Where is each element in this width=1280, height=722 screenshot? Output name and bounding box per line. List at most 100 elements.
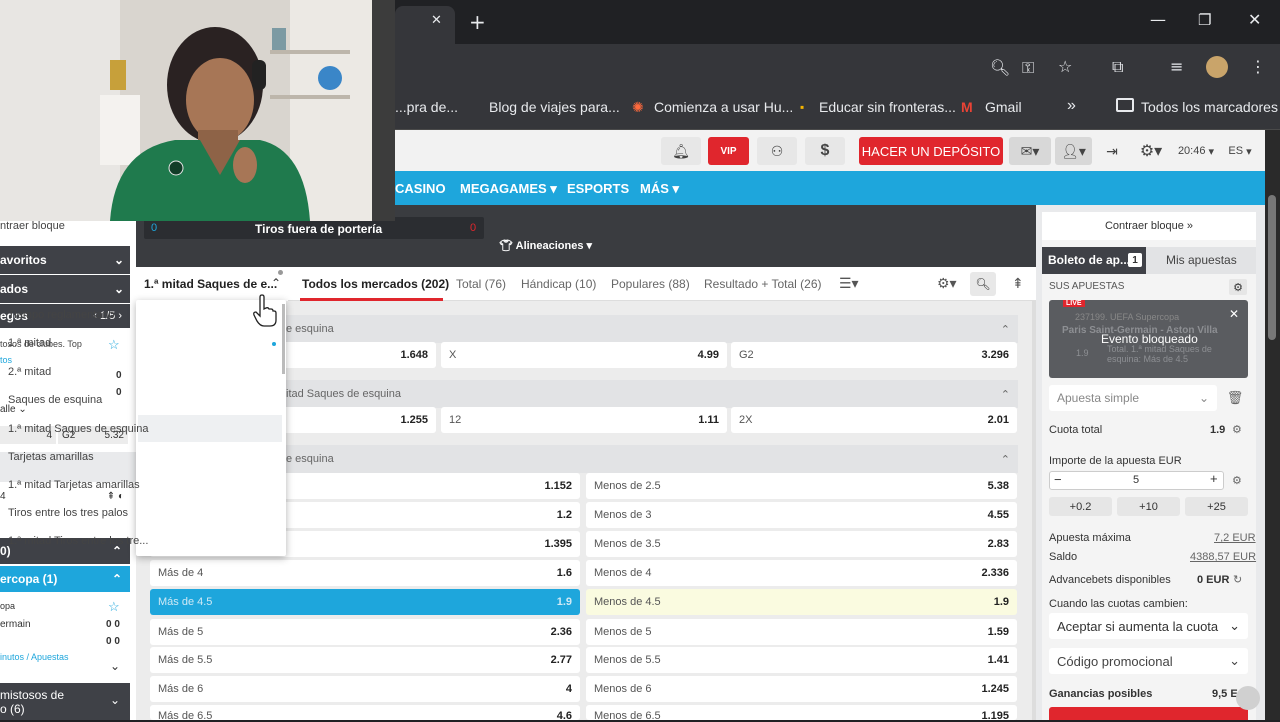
settings-icon[interactable]: ⚙ <box>1229 279 1247 295</box>
dropdown-option[interactable]: Tarjetas amarillas <box>8 451 94 463</box>
quick-amount-button[interactable]: +25 <box>1185 497 1248 516</box>
quick-amount-button[interactable]: +10 <box>1117 497 1180 516</box>
scrollbar-thumb[interactable] <box>1268 195 1276 340</box>
dropdown-option[interactable]: 1.ª mitad Saques de esquina <box>8 423 148 435</box>
dropdown-option[interactable]: Saques de esquina <box>8 394 102 406</box>
window-close-icon[interactable]: ✕ <box>1248 10 1261 29</box>
extensions-icon[interactable]: ⧉ <box>1112 57 1123 77</box>
nav-esports[interactable]: ESPORTS <box>567 181 629 196</box>
max-value[interactable]: 7,2 EUR <box>1214 532 1256 544</box>
bookmark-item[interactable]: Blog de viajes para... <box>489 99 620 115</box>
star-icon[interactable]: ☆ <box>1058 57 1072 76</box>
bookmark-item[interactable]: Gmail <box>985 99 1022 115</box>
time-display[interactable]: 20:46 ▾ <box>1174 137 1218 165</box>
place-bet-button[interactable] <box>1049 707 1248 720</box>
dropdown-option[interactable]: Tiempo reglamentario <box>8 309 115 321</box>
tab-resultado-total[interactable]: Resultado + Total (26) <box>704 277 822 291</box>
list-view-icon[interactable]: ☰▾ <box>839 275 859 292</box>
collapse-block-link[interactable]: ntraer bloque <box>0 220 65 232</box>
browser-tab[interactable] <box>395 6 455 44</box>
tab-total[interactable]: Total (76) <box>456 277 506 291</box>
close-icon[interactable]: ✕ <box>1229 307 1239 321</box>
scrollbar[interactable] <box>1032 301 1036 720</box>
collapse-all-icon[interactable]: ⇞ <box>1012 275 1024 292</box>
dropdown-option[interactable]: 1.ª mitad Tarjetas amarillas <box>8 479 140 491</box>
tab-close-icon[interactable]: ✕ <box>431 13 442 28</box>
bet-type-select[interactable]: Apuesta simple ⌄ <box>1049 385 1217 411</box>
nav-mas[interactable]: MÁS ▾ <box>640 181 679 197</box>
under-cell[interactable]: Menos de 3.5 2.83 <box>586 531 1017 557</box>
dropdown-option-active[interactable] <box>138 415 282 442</box>
under-cell[interactable]: Menos de 2.5 5.38 <box>586 473 1017 499</box>
dropdown-scrollbar[interactable] <box>282 304 285 374</box>
odd-cell[interactable]: 2X 2.01 <box>731 407 1017 433</box>
user-icon[interactable]: 👤︎▾ <box>1055 137 1092 165</box>
promo-code-select[interactable]: Código promocional ⌄ <box>1049 648 1248 674</box>
under-cell[interactable]: Menos de 4.5 1.9 <box>586 589 1017 615</box>
dropdown-option[interactable]: 2.ª mitad <box>8 366 51 378</box>
odd-cell[interactable]: 12 1.11 <box>441 407 727 433</box>
event-link[interactable]: tos <box>0 355 12 365</box>
under-cell[interactable]: Menos de 5 1.59 <box>586 619 1017 645</box>
deposit-button[interactable]: HACER UN DEPÓSITO <box>859 137 1003 165</box>
quick-amount-button[interactable]: +0.2 <box>1049 497 1112 516</box>
minimize-icon[interactable]: — <box>1150 10 1166 29</box>
more-bookmarks-icon[interactable]: » <box>1067 97 1076 115</box>
supercopa-header[interactable]: ercopa (1) ⌃ <box>0 566 130 592</box>
collapse-block-button[interactable]: Contraer bloque » <box>1042 212 1256 240</box>
nav-casino[interactable]: CASINO <box>395 181 446 196</box>
bookmark-item[interactable]: ...pra de... <box>395 99 458 115</box>
amount-input[interactable]: 5 <box>1133 474 1139 486</box>
mail-icon[interactable]: ✉▾ <box>1009 137 1051 165</box>
under-cell[interactable]: Menos de 6 1.245 <box>586 676 1017 702</box>
search-icon[interactable]: 🔍︎ <box>970 272 996 296</box>
dropdown-option[interactable]: 1.ª mitad <box>8 337 51 349</box>
under-cell[interactable]: Menos de 5.5 1.41 <box>586 647 1017 673</box>
odd-cell[interactable]: G2 3.296 <box>731 342 1017 368</box>
bookmark-item[interactable]: Comienza a usar Hu... <box>654 99 793 115</box>
bookmark-item[interactable]: Educar sin fronteras... <box>819 99 956 115</box>
settings-icon[interactable]: ⚙ <box>1232 474 1242 487</box>
tab-populares[interactable]: Populares (88) <box>611 277 690 291</box>
dropdown-option[interactable]: 1.ª mitad Tiros entre los tre... <box>8 535 148 547</box>
collapse-all-icon[interactable]: ⇞ ◐ <box>107 491 124 502</box>
under-cell[interactable]: Menos de 3 4.55 <box>586 502 1017 528</box>
favoritos-header[interactable]: avoritos ⌄ <box>0 246 130 274</box>
support-chat-icon[interactable] <box>1236 686 1260 710</box>
chevron-down-icon[interactable]: ⌄ <box>110 693 120 707</box>
decrement-button[interactable]: − <box>1054 472 1062 487</box>
menu-dots-icon[interactable]: ⋮ <box>1250 57 1266 76</box>
under-cell[interactable]: Menos de 6.5 1.195 <box>586 705 1017 722</box>
tab-handicap[interactable]: Hándicap (10) <box>521 277 596 291</box>
resultados-header[interactable]: ados ⌄ <box>0 275 130 303</box>
over-cell-selected[interactable]: Más de 4.5 1.9 <box>150 589 580 615</box>
chevron-down-icon[interactable]: ⌄ <box>110 659 120 673</box>
key-icon[interactable]: ⚿ <box>1022 58 1034 78</box>
gift-icon[interactable]: ⚇ <box>757 137 797 165</box>
tab-todos[interactable]: Todos los mercados (202) <box>302 277 449 291</box>
dollar-button[interactable]: $ <box>805 137 845 165</box>
dropdown-option[interactable]: Tiros entre los tres palos <box>8 507 128 519</box>
bell-icon[interactable]: 🔔︎ <box>661 137 701 165</box>
over-cell[interactable]: Más de 5.5 2.77 <box>150 647 580 673</box>
nav-megagames[interactable]: MEGAGAMES ▾ <box>460 181 557 197</box>
over-cell[interactable]: Más de 6 4 <box>150 676 580 702</box>
favorite-star-icon[interactable]: ☆ <box>108 337 120 353</box>
favorite-star-icon[interactable]: ☆ <box>108 599 120 615</box>
lineups-link[interactable]: 👕︎ Alineaciones ▾ <box>499 239 592 252</box>
settings-icon[interactable]: ⚙ <box>1232 423 1242 436</box>
under-cell[interactable]: Menos de 4 2.336 <box>586 560 1017 586</box>
odd-cell[interactable]: X 4.99 <box>441 342 727 368</box>
over-cell[interactable]: Más de 5 2.36 <box>150 619 580 645</box>
media-icon[interactable]: ≡ <box>1170 57 1183 76</box>
restore-icon[interactable]: ❐ <box>1198 11 1211 29</box>
avatar[interactable] <box>1206 56 1228 78</box>
increment-button[interactable]: + <box>1210 471 1218 486</box>
odds-change-select[interactable]: Aceptar si aumenta la cuota ⌄ <box>1049 613 1248 639</box>
new-tab-icon[interactable]: + <box>469 10 486 34</box>
vip-button[interactable]: VIP <box>708 137 749 165</box>
minutes-link[interactable]: inutos / Apuestas <box>0 652 69 662</box>
trash-icon[interactable]: 🗑︎ <box>1225 387 1245 409</box>
over-cell[interactable]: Más de 4 1.6 <box>150 560 580 586</box>
settings-icon[interactable]: ⚙▾ <box>1133 137 1169 165</box>
